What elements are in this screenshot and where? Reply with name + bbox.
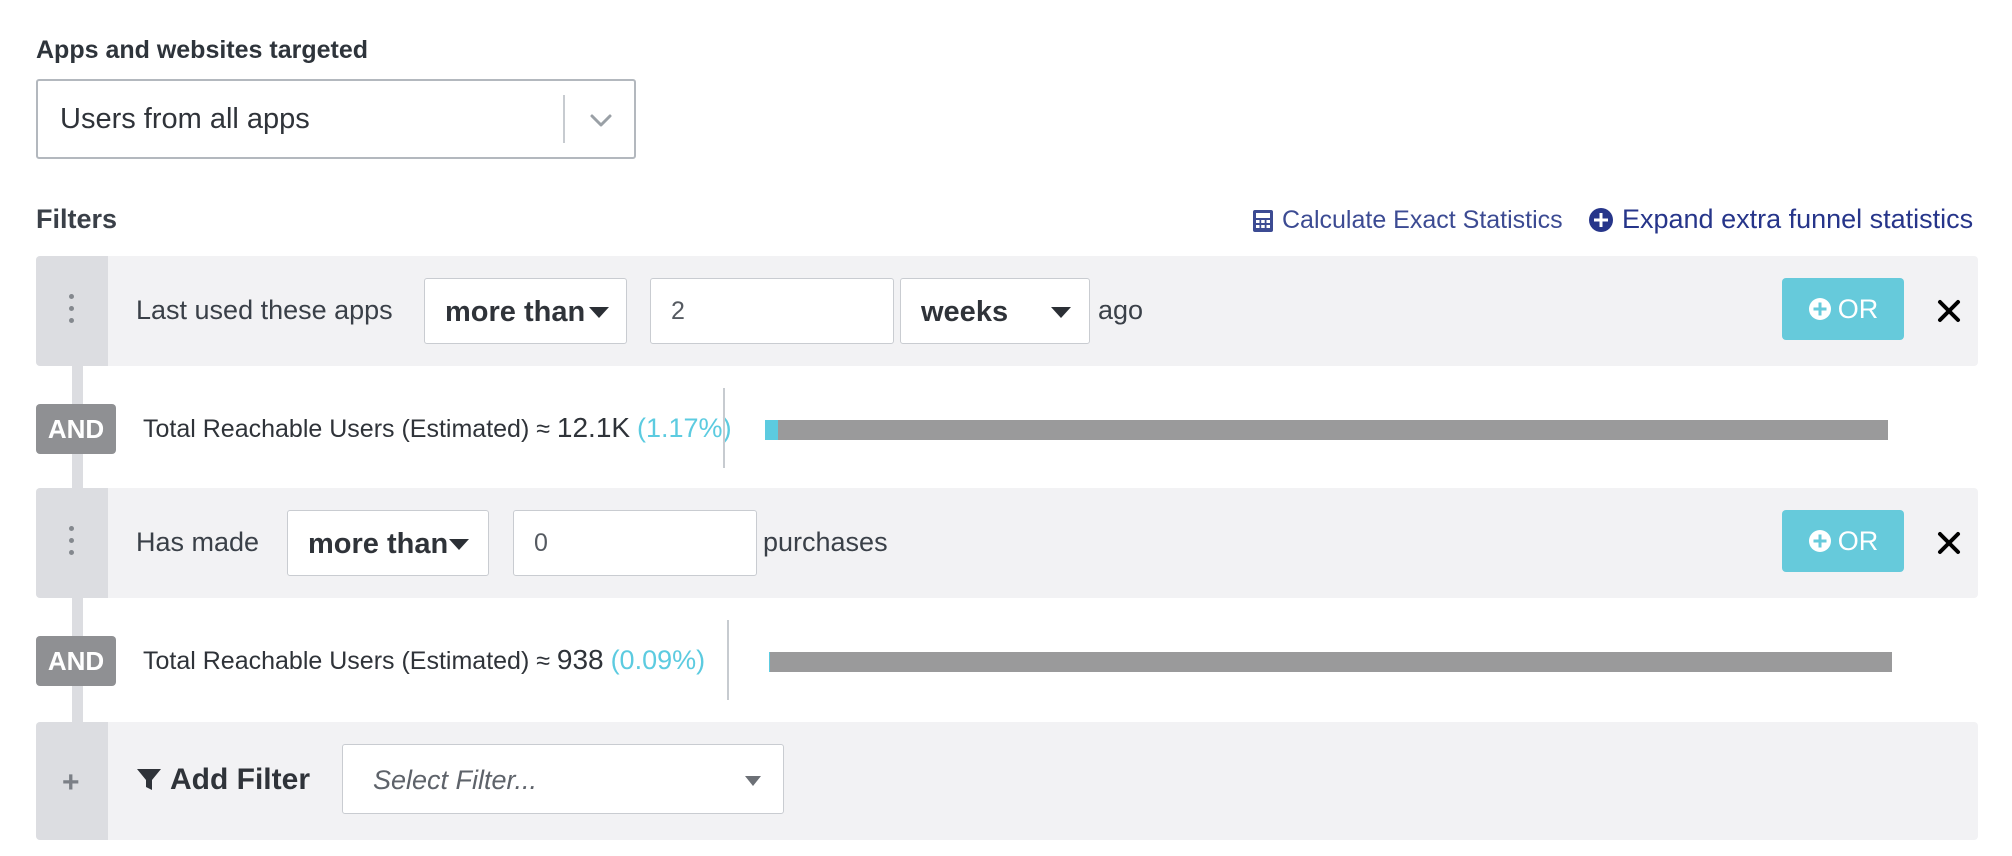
- reach-bar: [765, 420, 1888, 440]
- and-badge: AND: [36, 404, 116, 454]
- filters-title: Filters: [36, 204, 118, 234]
- reach-label: Total Reachable Users (Estimated) ≈: [143, 647, 550, 675]
- and-badge: AND: [36, 636, 116, 686]
- comparator-dropdown[interactable]: more than: [424, 278, 627, 344]
- reach-bar-fill: [765, 420, 779, 440]
- reach-estimate: Total Reachable Users (Estimated) ≈ 12.1…: [143, 412, 732, 444]
- reach-percent: (1.17%): [637, 413, 732, 443]
- caret-down-icon: [1051, 307, 1071, 318]
- filter-label: Last used these apps: [136, 295, 393, 325]
- drag-handle[interactable]: [36, 256, 108, 366]
- comparator-value: more than: [445, 296, 586, 328]
- close-icon[interactable]: [1936, 298, 1962, 324]
- add-filter-label: Add Filter: [170, 763, 310, 796]
- select-filter-dropdown[interactable]: Select Filter...: [342, 744, 784, 814]
- reach-count: 938: [556, 644, 604, 675]
- select-filter-placeholder: Select Filter...: [373, 765, 538, 795]
- reach-estimate: Total Reachable Users (Estimated) ≈ 938 …: [143, 644, 705, 676]
- comparator-value: more than: [308, 528, 449, 560]
- add-filter-handle: +: [36, 722, 108, 840]
- comparator-dropdown[interactable]: more than: [287, 510, 489, 576]
- or-button[interactable]: OR: [1782, 278, 1904, 340]
- caret-down-icon: [589, 307, 609, 318]
- filter-label: Has made: [136, 527, 260, 557]
- plus-icon[interactable]: +: [62, 766, 80, 800]
- add-filter-title: Add Filter: [136, 763, 310, 797]
- apps-section-label: Apps and websites targeted: [36, 36, 369, 64]
- close-icon[interactable]: [1936, 530, 1962, 556]
- filter-suffix: purchases: [763, 527, 888, 557]
- drag-handle[interactable]: [36, 488, 108, 598]
- select-divider: [563, 95, 565, 143]
- or-button-label: OR: [1837, 525, 1879, 556]
- filter-row-last-used: Last used these apps more than 2 weeks a…: [36, 256, 1978, 366]
- calculate-exact-statistics-link[interactable]: Calculate Exact Statistics: [1252, 206, 1563, 235]
- caret-down-icon: [745, 776, 761, 786]
- plus-circle-icon: [1808, 530, 1831, 552]
- stats-divider: [727, 620, 729, 700]
- time-unit-dropdown[interactable]: weeks: [900, 278, 1090, 344]
- expand-funnel-statistics-label: Expand extra funnel statistics: [1622, 204, 1974, 234]
- add-filter-row: + Add Filter Select Filter...: [36, 722, 1978, 840]
- filter-row-purchases: Has made more than 0 purchases OR: [36, 488, 1978, 598]
- reach-count: 12.1K: [556, 412, 631, 443]
- filter-suffix: ago: [1098, 295, 1144, 325]
- expand-funnel-statistics-link[interactable]: Expand extra funnel statistics: [1588, 204, 1973, 235]
- drag-handle-icon: [69, 526, 75, 562]
- reach-bar-fill: [769, 652, 770, 672]
- filter-icon: [137, 769, 161, 790]
- reach-percent: (0.09%): [610, 645, 706, 675]
- plus-circle-icon: [1589, 207, 1613, 232]
- apps-select-value: Users from all apps: [60, 103, 310, 135]
- reach-bar: [769, 652, 1892, 672]
- calculator-icon: [1253, 209, 1273, 232]
- chevron-down-icon[interactable]: [584, 103, 618, 137]
- time-unit-value: weeks: [921, 296, 1009, 328]
- plus-circle-icon: [1808, 298, 1831, 320]
- drag-handle-icon: [69, 294, 75, 330]
- stats-divider: [723, 388, 725, 468]
- purchase-count-input[interactable]: 0: [513, 510, 757, 576]
- caret-down-icon: [449, 539, 469, 550]
- or-button[interactable]: OR: [1782, 510, 1904, 572]
- weeks-count-input[interactable]: 2: [650, 278, 894, 344]
- or-button-label: OR: [1837, 293, 1879, 324]
- calculate-exact-statistics-label: Calculate Exact Statistics: [1282, 206, 1563, 234]
- reach-label: Total Reachable Users (Estimated) ≈: [143, 415, 550, 443]
- apps-select[interactable]: Users from all apps: [36, 79, 636, 159]
